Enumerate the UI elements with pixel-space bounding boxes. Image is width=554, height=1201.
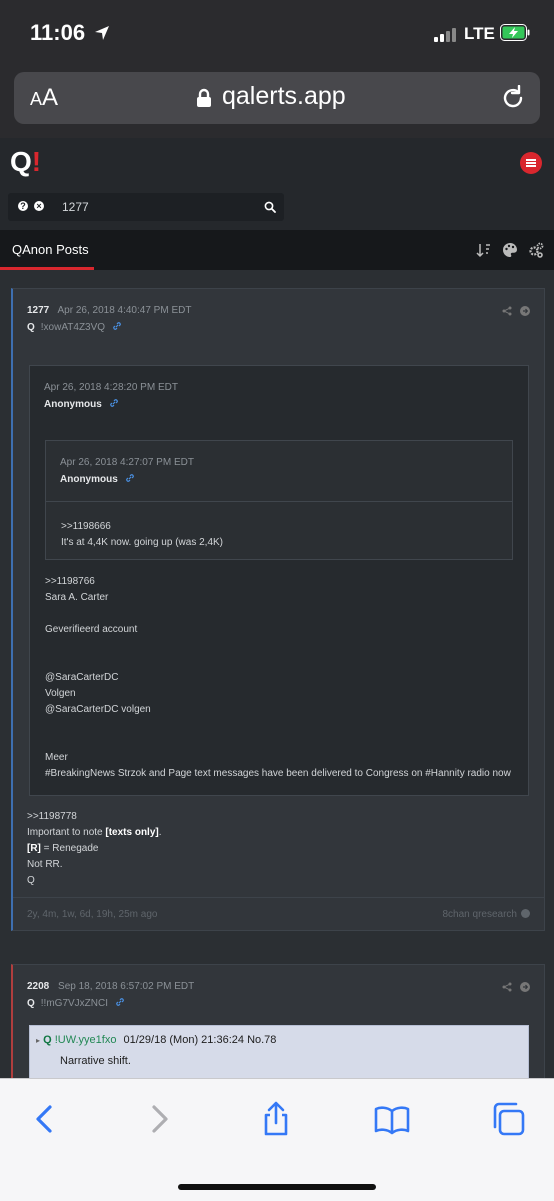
post-author: Q !!mG7VJxZNCI [27,997,125,1009]
site-header: Q! ? × 1277 [0,138,554,230]
hamburger-menu-button[interactable] [520,152,542,174]
search-icon[interactable] [264,201,276,213]
network-label: LTE [464,24,495,43]
text-size-button[interactable]: AA [30,84,58,112]
link-icon[interactable] [115,997,125,1007]
status-bar: 11:06 LTE [0,0,554,64]
link-icon[interactable] [112,321,122,331]
embedded-post-text: Narrative shift. [60,1055,131,1067]
active-tab-indicator [0,267,94,270]
nested-quoted-post: Apr 26, 2018 4:27:07 PM EDT Anonymous >>… [45,440,513,560]
post-header: 1277 Apr 26, 2018 4:40:47 PM EDT [27,305,191,316]
reply-link[interactable]: >>1198666 [61,519,223,535]
post-card: 2208 Sep 18, 2018 6:57:02 PM EDT Q !!mG7V… [11,964,545,1078]
post-number[interactable]: 2208 [27,981,49,992]
address-bar[interactable]: AA qalerts.app [14,72,540,124]
sort-icon[interactable] [476,242,492,258]
post-datetime: Sep 18, 2018 6:57:02 PM EDT [58,981,195,992]
bookmarks-icon[interactable] [374,1101,410,1137]
reload-icon[interactable] [500,85,526,111]
battery-charging-icon [500,24,530,41]
post-card: 1277 Apr 26, 2018 4:40:47 PM EDT Q !xowAT… [11,288,545,931]
location-arrow-icon [95,26,109,40]
post-header: 2208 Sep 18, 2018 6:57:02 PM EDT [27,981,194,992]
site-navbar: QAnon Posts [0,230,554,270]
url-domain[interactable]: qalerts.app [222,82,346,111]
link-icon[interactable] [125,473,135,483]
link-icon[interactable] [109,398,119,408]
post-age: 2y, 4m, 1w, 6d, 19h, 25m ago [27,909,158,920]
quote-text: >>1198766 Sara A. Carter Geverifieerd ac… [45,574,511,779]
embedded-screenshot: ▸ Q !UW.yye1fxo 01/29/18 (Mon) 21:36:24 … [29,1025,529,1078]
browser-toolbar [0,1078,554,1201]
post-tripcode: !!mG7VJxZNCI [40,998,109,1009]
quote-datetime: Apr 26, 2018 4:28:20 PM EDT [44,382,178,393]
open-arrow-icon[interactable] [520,306,530,316]
share-icon[interactable] [258,1101,294,1137]
web-page: Q! ? × 1277 QAnon Posts 1277 Apr 26, 201… [0,138,554,1078]
reply-link[interactable]: >>1198766 [45,574,511,590]
browser-url-area: AA qalerts.app [0,64,554,138]
post-tripcode: !xowAT4Z3VQ [40,322,106,333]
site-logo[interactable]: Q! [10,146,41,178]
settings-gears-icon[interactable] [528,242,544,258]
search-box[interactable]: ? × 1277 [8,193,284,221]
signal-icon [434,26,460,42]
embedded-post-header: ▸ Q !UW.yye1fxo 01/29/18 (Mon) 21:36:24 … [36,1034,277,1046]
quote-author: Anonymous [60,473,135,485]
forward-icon[interactable] [142,1101,178,1137]
quote-text: >>1198666 It's at 4,4K now. going up (wa… [61,519,224,548]
reply-link[interactable]: >>1198778 [27,809,162,825]
clock: 11:06 [30,20,86,45]
quoted-post: Apr 26, 2018 4:28:20 PM EDT Anonymous Ap… [29,365,529,796]
tab-qanon-posts[interactable]: QAnon Posts [12,242,89,257]
quote-datetime: Apr 26, 2018 4:27:07 PM EDT [60,457,194,468]
post-number[interactable]: 1277 [27,305,49,316]
post-datetime: Apr 26, 2018 4:40:47 PM EDT [57,305,192,316]
home-indicator [178,1184,376,1190]
back-icon[interactable] [26,1101,62,1137]
share-icon[interactable] [502,982,512,992]
post-body: >>1198778 Important to note [texts only]… [27,809,162,886]
post-footer: 2y, 4m, 1w, 6d, 19h, 25m ago 8chan qrese… [13,897,544,931]
tabs-icon[interactable] [490,1101,526,1137]
lock-icon [197,88,211,107]
palette-icon[interactable] [502,242,518,258]
quote-author: Anonymous [44,398,119,410]
share-icon[interactable] [502,306,512,316]
help-icon[interactable]: ? [18,201,28,211]
post-source[interactable]: 8chan qresearch [443,909,530,920]
clear-search-icon[interactable]: × [34,201,44,211]
search-input[interactable]: 1277 [62,200,89,214]
post-author: Q !xowAT4Z3VQ [27,321,122,333]
open-arrow-icon[interactable] [520,982,530,992]
source-close-icon [521,909,530,918]
